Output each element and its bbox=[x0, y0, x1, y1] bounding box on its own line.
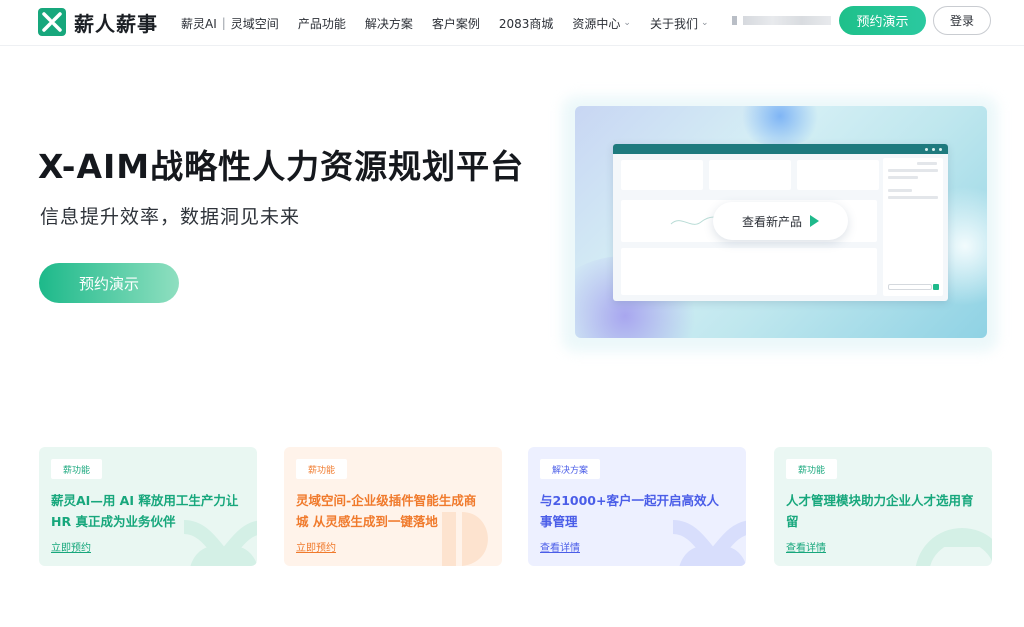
brand-logo[interactable]: 薪人薪事 bbox=[38, 8, 158, 36]
card-link-details[interactable]: 查看详情 bbox=[540, 539, 580, 554]
card-title: 灵域空间-企业级插件智能生成商城 从灵感生成到一键落地 bbox=[296, 493, 477, 529]
decorative-glow bbox=[735, 106, 825, 146]
nav-item-ai-label: 薪灵AI bbox=[181, 16, 217, 31]
logo-icon bbox=[38, 8, 66, 36]
chevron-down-icon: ⌄ bbox=[700, 18, 709, 28]
card-link-details[interactable]: 查看详情 bbox=[786, 539, 826, 554]
card-tag: 解决方案 bbox=[540, 459, 601, 479]
user-account-redacted[interactable] bbox=[732, 14, 832, 26]
main-menu: 薪灵AI | 灵域空间 产品功能 解决方案 客户案例 2083商城 资源中心 ⌄… bbox=[181, 0, 728, 46]
card-link-book[interactable]: 立即预约 bbox=[51, 539, 91, 554]
card-title: 与21000+客户一起开启高效人事管理 bbox=[540, 493, 719, 529]
nav-divider: | bbox=[221, 16, 226, 30]
preview-side-panel bbox=[883, 158, 943, 296]
nav-item-about-label: 关于我们 bbox=[649, 16, 698, 31]
nav-item-space-label[interactable]: 灵域空间 bbox=[231, 15, 279, 32]
card-tag: 薪功能 bbox=[51, 459, 103, 479]
card-link-book[interactable]: 立即预约 bbox=[296, 539, 336, 554]
hero-subtitle: 信息提升效率，数据洞见未来 bbox=[40, 206, 301, 228]
user-icon bbox=[732, 15, 737, 25]
login-button[interactable]: 登录 bbox=[933, 6, 991, 35]
feature-card-space[interactable]: 薪功能 灵域空间-企业级插件智能生成商城 从灵感生成到一键落地 立即预约 bbox=[284, 447, 502, 566]
chevron-down-icon: ⌄ bbox=[623, 18, 631, 28]
card-title: 薪灵AI—用 AI 释放用工生产力让 HR 真正成为业务伙伴 bbox=[51, 493, 239, 529]
top-nav: 薪人薪事 薪灵AI | 灵域空间 产品功能 解决方案 客户案例 2083商城 资… bbox=[0, 0, 1024, 46]
card-tag: 薪功能 bbox=[296, 459, 348, 479]
nav-item-products-label: 产品功能 bbox=[297, 16, 346, 31]
nav-item-about[interactable]: 关于我们 ⌄ bbox=[650, 15, 709, 32]
nav-item-resources[interactable]: 资源中心 ⌄ bbox=[572, 15, 631, 32]
redacted-text bbox=[743, 15, 831, 25]
window-controls-icon bbox=[921, 147, 942, 151]
nav-item-ai[interactable]: 薪灵AI | 灵域空间 bbox=[181, 15, 279, 32]
preview-stat-card bbox=[621, 160, 703, 190]
nav-item-solutions-label: 解决方案 bbox=[364, 16, 413, 31]
book-demo-button[interactable]: 预约演示 bbox=[839, 6, 926, 35]
preview-stat-card bbox=[797, 160, 879, 190]
card-tag: 薪功能 bbox=[786, 459, 838, 479]
nav-item-solutions[interactable]: 解决方案 bbox=[365, 15, 413, 32]
feature-card-solution[interactable]: 解决方案 与21000+客户一起开启高效人事管理 查看详情 bbox=[528, 447, 746, 566]
brand-name: 薪人薪事 bbox=[74, 11, 158, 36]
nav-item-mall[interactable]: 2083商城 bbox=[499, 15, 554, 32]
feature-card-ai[interactable]: 薪功能 薪灵AI—用 AI 释放用工生产力让 HR 真正成为业务伙伴 立即预约 bbox=[39, 447, 257, 566]
preview-table-panel bbox=[621, 248, 877, 295]
preview-stat-card bbox=[709, 160, 791, 190]
product-preview[interactable]: 查看新产品 bbox=[575, 106, 987, 338]
nav-item-products[interactable]: 产品功能 bbox=[298, 15, 346, 32]
feature-card-talent[interactable]: 薪功能 人才管理模块助力企业人才选用育留 查看详情 bbox=[774, 447, 992, 566]
hero-title: X-AIM战略性人力资源规划平台 bbox=[38, 147, 525, 186]
preview-app-titlebar bbox=[613, 144, 948, 154]
hero-book-demo-button[interactable]: 预约演示 bbox=[39, 263, 179, 303]
nav-item-cases[interactable]: 客户案例 bbox=[432, 15, 480, 32]
send-icon bbox=[933, 284, 939, 290]
view-new-product-label: 查看新产品 bbox=[741, 214, 802, 229]
nav-item-mall-label: 2083商城 bbox=[498, 16, 554, 31]
nav-item-cases-label: 客户案例 bbox=[431, 16, 480, 31]
play-icon bbox=[810, 215, 819, 227]
card-title: 人才管理模块助力企业人才选用育留 bbox=[786, 493, 974, 529]
view-new-product-button[interactable]: 查看新产品 bbox=[713, 202, 848, 240]
nav-item-resources-label: 资源中心 bbox=[572, 16, 621, 31]
